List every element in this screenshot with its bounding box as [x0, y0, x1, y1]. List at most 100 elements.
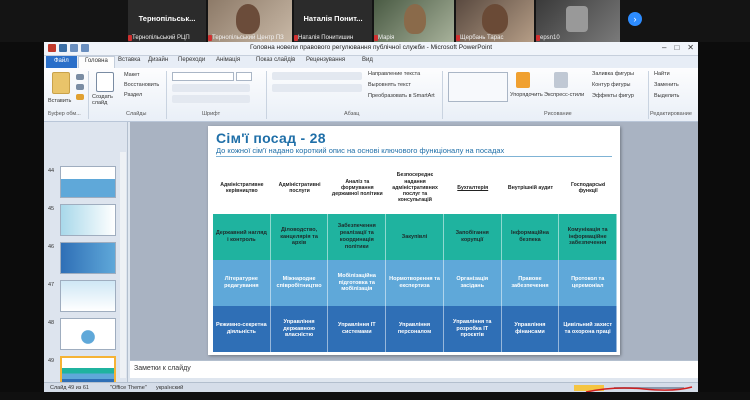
table-header-row: Адміністративне керівництво Адміністрати… [213, 162, 617, 214]
select-button[interactable]: Выделить [654, 93, 679, 99]
format-painter-icon[interactable] [76, 94, 84, 100]
quick-styles-icon[interactable] [554, 72, 568, 88]
maximize-button[interactable]: □ [674, 43, 679, 52]
table-cell: Правове забезпечення [502, 260, 560, 306]
arrange-icon[interactable] [516, 72, 530, 88]
thumbnail-number: 45 [48, 206, 55, 212]
quick-styles-button[interactable]: Экспресс-стили [544, 92, 584, 98]
find-button[interactable]: Найти [654, 71, 670, 77]
participant-name: Тернопільський Центр ПЗ [212, 35, 284, 41]
table-cell: Діловодство, канцелярія та архів [271, 214, 329, 260]
align-buttons[interactable] [272, 84, 362, 92]
participant-tile-2[interactable]: Тернопільський Центр ПЗ [208, 0, 292, 42]
layout-button[interactable]: Макет [124, 72, 140, 78]
shape-outline-button[interactable]: Контур фигуры [592, 82, 630, 88]
list-buttons[interactable] [272, 72, 362, 80]
table-cell: Управління державною власністю [271, 306, 329, 352]
tab-slideshow[interactable]: Показ слайдів [256, 57, 295, 63]
job-families-table[interactable]: Адміністративне керівництво Адміністрати… [213, 162, 618, 352]
table-row: Державний нагляд і контроль Діловодство,… [213, 214, 618, 260]
table-row: Режимно-секретна діяльність Управління д… [213, 306, 618, 352]
table-cell: Мобілізаційна підготовка та мобілізація [328, 260, 387, 306]
new-slide-button[interactable]: Создать слайд [92, 94, 120, 106]
arrange-button[interactable]: Упорядочить [510, 92, 543, 98]
table-cell: Забезпечення реалізації та координація п… [328, 214, 387, 260]
slide-thumbnail-48[interactable] [60, 318, 116, 350]
table-cell: Управління фінансами [502, 306, 560, 352]
taskbar [0, 392, 750, 400]
slide-thumbnail-47[interactable] [60, 280, 116, 312]
shape-fill-button[interactable]: Заливка фигуры [592, 71, 634, 77]
table-header-cell: Безпосереднє надання адміністративних по… [392, 172, 438, 204]
close-button[interactable]: ✕ [687, 43, 694, 52]
font-name-select[interactable] [172, 72, 234, 81]
tab-file[interactable]: Файл [46, 56, 77, 68]
tab-insert[interactable]: Вставка [118, 57, 140, 63]
slide-thumbnail-44[interactable] [60, 166, 116, 198]
shapes-gallery[interactable] [448, 72, 508, 102]
table-cell: Управління персоналом [386, 306, 444, 352]
copy-icon[interactable] [76, 84, 84, 90]
thumbnail-number: 47 [48, 282, 55, 288]
table-cell: Комунікація та інформаційне забезпечення [559, 214, 618, 260]
group-font-label: Шрифт [202, 111, 221, 117]
slide-thumbnail-45[interactable] [60, 204, 116, 236]
participant-tile-3[interactable]: Наталія Понит... Наталія Понитишин [294, 0, 372, 42]
thumbnail-number: 48 [48, 320, 55, 326]
next-participants-button[interactable]: › [628, 12, 642, 26]
slide-thumbnail-pane: 44 45 46 47 48 49 50 [44, 122, 128, 400]
group-drawing-label: Рисование [544, 111, 572, 117]
participant-tile-1[interactable]: Тернопільськ... Тернопільський РЦП [128, 0, 206, 42]
table-header-cell: Господарські функції [570, 181, 606, 194]
section-button[interactable]: Раздел [124, 92, 142, 98]
shape-effects-button[interactable]: Эффекты фигур [592, 93, 634, 99]
title-divider [216, 156, 612, 157]
separator [442, 71, 443, 119]
tab-home[interactable]: Головна [78, 56, 115, 68]
table-cell: Міжнародне співробітництво [271, 260, 329, 306]
participant-tile-6[interactable]: epsn10 [536, 0, 620, 42]
font-effects-buttons[interactable] [172, 95, 250, 103]
theme-name: "Office Theme" [110, 385, 147, 391]
table-cell: Протокол та церемоніал [559, 260, 618, 306]
separator [266, 71, 267, 119]
smartart-button[interactable]: Преобразовать в SmartArt [368, 93, 435, 99]
participant-video-icon [404, 4, 426, 34]
text-direction-button[interactable]: Направление текста [368, 71, 420, 77]
tab-review[interactable]: Рецензування [306, 57, 345, 63]
align-text-button[interactable]: Выровнять текст [368, 82, 411, 88]
paste-icon[interactable] [52, 72, 70, 94]
current-slide[interactable]: Сім'ї посад - 28 До кожної сім'ї надано … [208, 126, 620, 355]
font-format-buttons[interactable] [172, 84, 250, 92]
tab-design[interactable]: Дизайн [148, 57, 168, 63]
replace-button[interactable]: Заменить [654, 82, 679, 88]
separator [88, 71, 89, 119]
thumbnail-scrollbar[interactable] [120, 152, 126, 378]
participant-name: epsn10 [540, 35, 560, 41]
language-indicator[interactable]: українский [156, 385, 183, 391]
cut-icon[interactable] [76, 74, 84, 80]
slide-thumbnail-46[interactable] [60, 242, 116, 274]
tab-view[interactable]: Вид [362, 57, 373, 63]
window-controls: – □ ✕ [662, 43, 694, 52]
paste-button[interactable]: Вставить [48, 98, 71, 104]
ribbon: Вставить Буфер обм... Создать слайд Маке… [44, 68, 698, 122]
font-size-select[interactable] [236, 72, 252, 81]
table-header-cell: Аналіз та формування державної політики [331, 178, 383, 198]
tab-animations[interactable]: Анімація [216, 57, 240, 63]
notes-pane[interactable]: Заметки к слайду [130, 360, 698, 378]
tab-transitions[interactable]: Переходи [178, 57, 205, 63]
table-cell: Літературне редагування [213, 260, 271, 306]
participant-tile-4[interactable]: Марія [374, 0, 454, 42]
participant-name: Тернопільський РЦП [132, 35, 190, 41]
slide-title[interactable]: Сім'ї посад - 28 [216, 130, 326, 146]
participant-tile-5[interactable]: Щербань Тарас [456, 0, 534, 42]
table-row: Літературне редагування Міжнародне співр… [213, 260, 618, 306]
new-slide-icon[interactable] [96, 72, 114, 92]
table-cell: Нормотворення та експертиза [386, 260, 444, 306]
ribbon-tabs: Файл Головна Вставка Дизайн Переходи Ані… [44, 56, 698, 68]
reset-button[interactable]: Восстановить [124, 82, 159, 88]
slide-subtitle[interactable]: До кожної сім'ї надано короткий опис на … [216, 146, 504, 155]
minimize-button[interactable]: – [662, 43, 666, 52]
table-cell: Запобігання корупції [444, 214, 502, 260]
